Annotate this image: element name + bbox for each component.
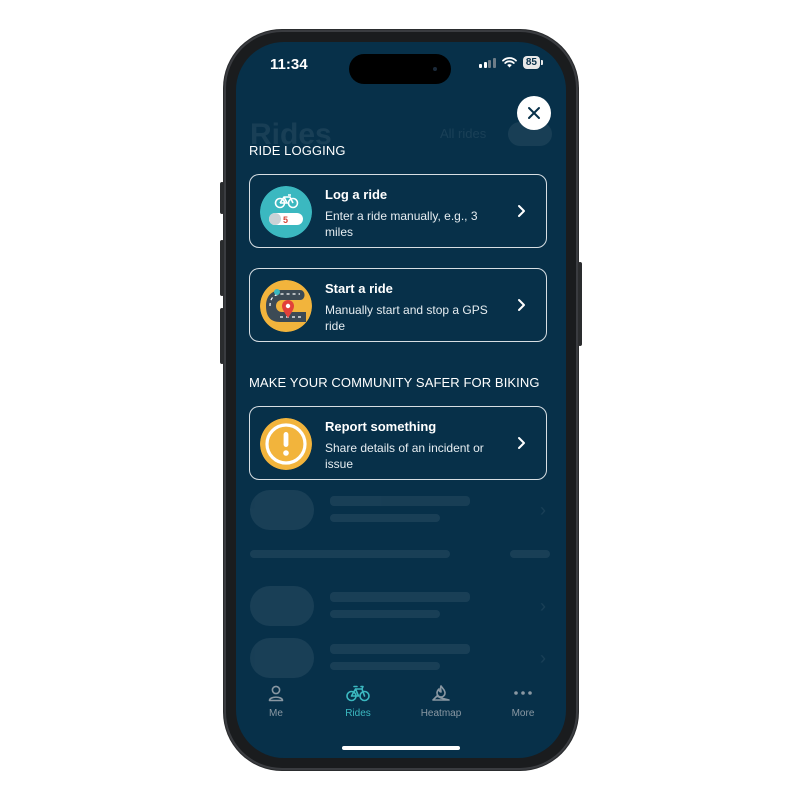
tab-rides[interactable]: Rides — [318, 682, 398, 719]
start-ride-title: Start a ride — [325, 281, 393, 296]
start-ride-card[interactable]: Start a ride Manually start and stop a G… — [249, 268, 547, 342]
log-ride-icon: 5 — [260, 186, 312, 238]
status-time: 11:34 — [270, 56, 308, 73]
wifi-icon — [501, 57, 517, 68]
close-button[interactable] — [517, 96, 551, 130]
tab-label: Rides — [345, 708, 371, 719]
chevron-right-icon — [518, 437, 525, 449]
tab-label: Heatmap — [420, 708, 462, 719]
person-icon — [268, 685, 284, 702]
more-icon — [514, 691, 532, 695]
heatmap-icon — [432, 685, 450, 701]
section-title-community: MAKE YOUR COMMUNITY SAFER FOR BIKING — [249, 375, 540, 390]
volume-down-button — [220, 308, 224, 364]
report-card[interactable]: Report something Share details of an inc… — [249, 406, 547, 480]
log-ride-card[interactable]: 5 Log a ride Enter a ride manually, e.g.… — [249, 174, 547, 248]
tab-bar: Me Rides Heatmap More — [236, 682, 566, 732]
bike-icon — [346, 685, 370, 702]
alert-icon — [260, 418, 312, 470]
odometer-number: 5 — [283, 215, 289, 225]
chevron-right-icon — [518, 299, 525, 311]
action-button — [220, 182, 224, 214]
tab-label: Me — [269, 708, 283, 719]
power-button — [578, 262, 582, 346]
battery-indicator: 85 — [522, 56, 544, 69]
home-indicator[interactable] — [342, 746, 460, 750]
report-title: Report something — [325, 419, 437, 434]
section-title-ride-logging: RIDE LOGGING — [249, 143, 346, 158]
cellular-signal-icon — [479, 57, 496, 68]
start-ride-description: Manually start and stop a GPS ride — [325, 303, 488, 333]
dynamic-island — [349, 54, 451, 84]
screen: Rides All rides › › › 11:34 85 RIDE LOGG… — [236, 42, 566, 758]
background-ride-row: › — [250, 638, 550, 684]
report-description: Share details of an incident or issue — [325, 441, 484, 471]
tab-me[interactable]: Me — [236, 682, 316, 719]
chevron-right-icon — [518, 205, 525, 217]
background-ride-row: › — [250, 586, 550, 632]
log-ride-description: Enter a ride manually, e.g., 3 miles — [325, 209, 478, 239]
tab-more[interactable]: More — [483, 682, 563, 719]
close-icon — [528, 107, 540, 119]
tab-label: More — [511, 708, 535, 719]
gps-ride-icon — [260, 280, 312, 332]
log-ride-title: Log a ride — [325, 187, 388, 202]
background-ride-row: › — [250, 490, 550, 536]
status-indicators: 85 — [479, 56, 544, 69]
background-filter-label: All rides — [440, 126, 487, 141]
background-divider — [250, 550, 550, 560]
volume-up-button — [220, 240, 224, 296]
tab-heatmap[interactable]: Heatmap — [401, 682, 481, 719]
